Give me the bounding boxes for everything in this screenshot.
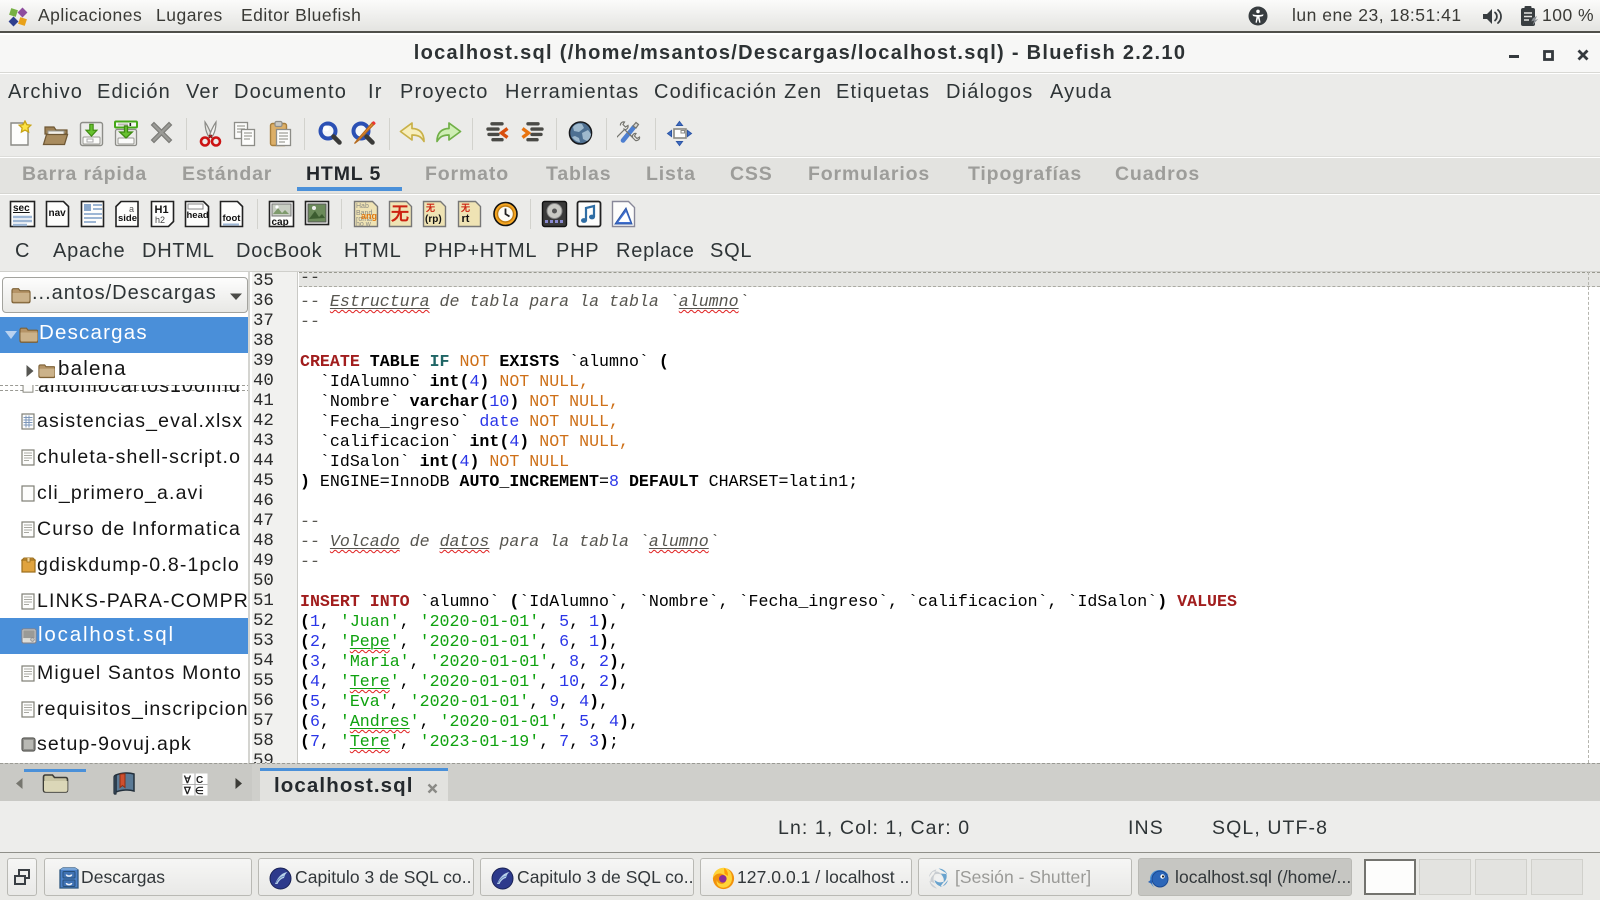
svg-text:nav: nav <box>49 208 67 219</box>
svg-text:无: 无 <box>425 203 435 213</box>
svg-text:ang: ang <box>361 211 377 221</box>
svg-text:无: 无 <box>460 203 470 213</box>
svg-text:∇: ∇ <box>183 786 192 796</box>
svg-text:cap: cap <box>272 217 289 228</box>
svg-text:rt: rt <box>462 213 470 225</box>
svg-text:foot: foot <box>223 213 242 224</box>
svg-text:Hab: Hab <box>356 203 369 210</box>
svg-text:side: side <box>118 213 137 224</box>
svg-text:h2: h2 <box>155 215 165 225</box>
svg-text:(rp): (rp) <box>425 214 442 225</box>
svg-text:a: a <box>129 204 134 214</box>
svg-text:sec: sec <box>13 203 30 214</box>
svg-text:ho w: ho w <box>356 221 372 228</box>
svg-text:∈: ∈ <box>195 786 204 796</box>
svg-text:head: head <box>187 210 209 221</box>
svg-text:无: 无 <box>391 204 409 224</box>
